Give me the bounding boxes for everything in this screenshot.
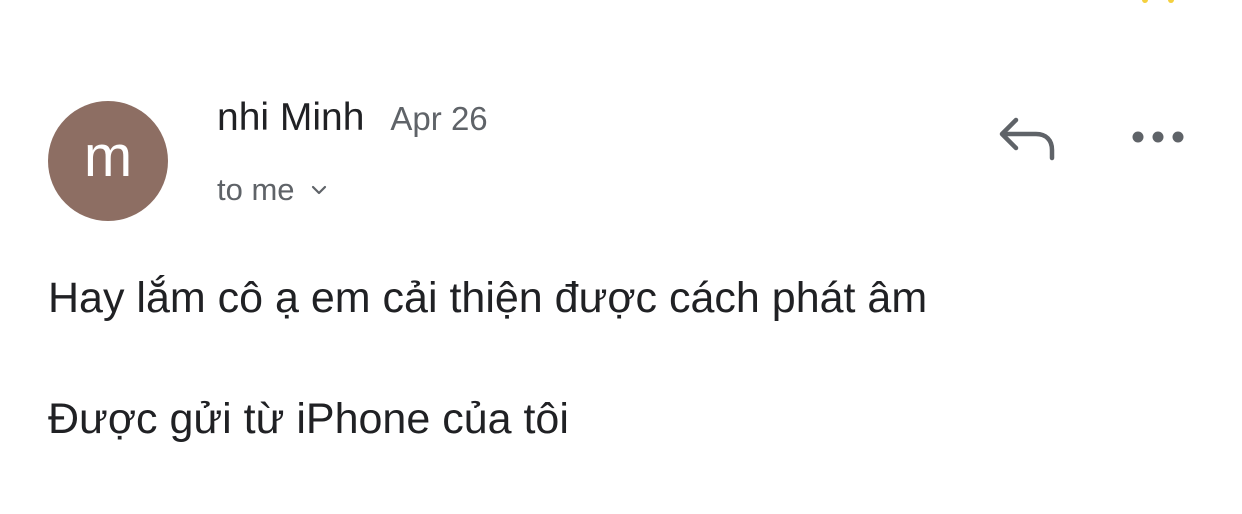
sender-name[interactable]: nhi Minh xyxy=(217,96,364,140)
more-options-button[interactable] xyxy=(1130,117,1186,157)
chevron-down-icon xyxy=(309,180,329,200)
top-accent-decoration xyxy=(1140,0,1180,4)
recipient-label: to me xyxy=(217,172,295,207)
message-signature: Được gửi từ iPhone của tôi xyxy=(48,395,569,443)
avatar-letter: m xyxy=(83,124,133,189)
avatar[interactable]: m xyxy=(48,101,168,221)
message-date: Apr 26 xyxy=(390,100,488,137)
reply-icon xyxy=(999,117,1055,161)
reply-button[interactable] xyxy=(996,112,1058,164)
message-body-text: Hay lắm cô ạ em cải thiện được cách phát… xyxy=(48,274,928,322)
more-horizontal-icon xyxy=(1132,131,1184,143)
email-message-view: m nhi Minh Apr 26 to me Hay lắm cô ạ em … xyxy=(0,0,1242,514)
recipient-details-toggle[interactable]: to me xyxy=(217,168,329,212)
sender-header: nhi Minh Apr 26 xyxy=(217,96,488,146)
